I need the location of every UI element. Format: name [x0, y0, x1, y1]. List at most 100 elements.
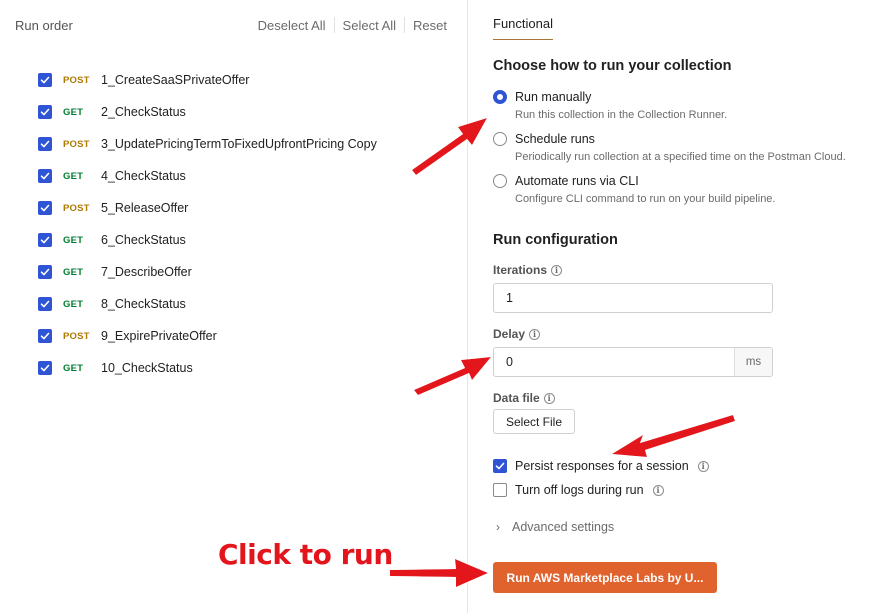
run-order-panel: Run order Deselect All Select All Reset … [0, 0, 468, 613]
automate-cli-radio[interactable] [493, 174, 507, 188]
request-name: 4_CheckStatus [101, 169, 186, 183]
info-icon[interactable]: i [529, 328, 541, 340]
request-row[interactable]: GET 4_CheckStatus [38, 160, 377, 192]
request-row[interactable]: GET 8_CheckStatus [38, 288, 377, 320]
checkmark-icon [40, 76, 50, 84]
request-checkbox[interactable] [38, 73, 52, 87]
click-to-run-annotation: Click to run [218, 538, 393, 571]
select-file-button[interactable]: Select File [493, 409, 576, 434]
delay-label-text: Delay [493, 327, 526, 341]
request-row[interactable]: GET 6_CheckStatus [38, 224, 377, 256]
run-manually-option[interactable]: Run manually Run this collection in the … [493, 88, 727, 124]
request-name: 7_DescribeOffer [101, 265, 192, 279]
delay-input[interactable]: 0 ms [493, 347, 773, 377]
checkmark-icon [40, 204, 50, 212]
data-file-label: Data file i [493, 391, 555, 405]
iterations-label-text: Iterations [493, 263, 548, 277]
automate-cli-option[interactable]: Automate runs via CLI Configure CLI comm… [493, 172, 775, 208]
turn-off-logs-checkbox[interactable] [493, 483, 507, 497]
http-method-badge: GET [63, 234, 84, 246]
info-icon[interactable]: i [697, 460, 709, 472]
persist-responses-label: Persist responses for a session [515, 459, 689, 473]
data-file-label-text: Data file [493, 391, 540, 405]
checkmark-icon [40, 364, 50, 372]
request-name: 3_UpdatePricingTermToFixedUpfrontPricing… [101, 137, 377, 151]
request-row[interactable]: GET 7_DescribeOffer [38, 256, 377, 288]
request-checkbox[interactable] [38, 265, 52, 279]
schedule-runs-desc: Periodically run collection at a specifi… [515, 151, 846, 163]
checkmark-icon [40, 332, 50, 340]
request-checkbox[interactable] [38, 329, 52, 343]
request-name: 1_CreateSaaSPrivateOffer [101, 73, 250, 87]
request-name: 8_CheckStatus [101, 297, 186, 311]
run-mode-heading: Choose how to run your collection [493, 58, 732, 74]
http-method-badge: POST [63, 202, 90, 214]
request-checkbox[interactable] [38, 169, 52, 183]
reset-button[interactable]: Reset [405, 18, 447, 33]
request-row[interactable]: GET 2_CheckStatus [38, 96, 377, 128]
request-checkbox[interactable] [38, 233, 52, 247]
http-method-badge: GET [63, 266, 84, 278]
checkmark-icon [40, 300, 50, 308]
checkmark-icon [40, 268, 50, 276]
iterations-input[interactable]: 1 [493, 283, 773, 313]
request-name: 9_ExpirePrivateOffer [101, 329, 217, 343]
run-manually-desc: Run this collection in the Collection Ru… [515, 109, 728, 121]
request-row[interactable]: GET 10_CheckStatus [38, 352, 377, 384]
run-manually-radio[interactable] [493, 90, 507, 104]
request-row[interactable]: POST 5_ReleaseOffer [38, 192, 377, 224]
iterations-label: Iterations i [493, 263, 563, 277]
persist-responses-option[interactable]: Persist responses for a session i [493, 459, 709, 473]
request-row[interactable]: POST 9_ExpirePrivateOffer [38, 320, 377, 352]
request-name: 2_CheckStatus [101, 105, 186, 119]
advanced-settings-toggle[interactable]: › Advanced settings [496, 520, 614, 534]
schedule-runs-radio[interactable] [493, 132, 507, 146]
http-method-badge: POST [63, 74, 90, 86]
turn-off-logs-label: Turn off logs during run [515, 483, 644, 497]
request-row[interactable]: POST 1_CreateSaaSPrivateOffer [38, 64, 377, 96]
info-icon[interactable]: i [551, 264, 563, 276]
persist-responses-checkbox[interactable] [493, 459, 507, 473]
request-list: POST 1_CreateSaaSPrivateOffer GET 2_CheckSt… [38, 64, 377, 384]
delay-value: 0 [506, 355, 513, 369]
http-method-badge: GET [63, 106, 84, 118]
run-collection-button[interactable]: Run AWS Marketplace Labs by U... [493, 562, 717, 593]
run-configuration-heading: Run configuration [493, 232, 618, 248]
request-checkbox[interactable] [38, 201, 52, 215]
run-manually-label: Run manually [515, 90, 592, 104]
schedule-runs-option[interactable]: Schedule runs Periodically run collectio… [493, 130, 846, 166]
request-checkbox[interactable] [38, 297, 52, 311]
request-name: 6_CheckStatus [101, 233, 186, 247]
info-icon[interactable]: i [543, 392, 555, 404]
schedule-runs-label: Schedule runs [515, 132, 595, 146]
delay-label: Delay i [493, 327, 541, 341]
request-name: 5_ReleaseOffer [101, 201, 189, 215]
http-method-badge: GET [63, 362, 84, 374]
turn-off-logs-option[interactable]: Turn off logs during run i [493, 483, 664, 497]
checkmark-icon [40, 236, 50, 244]
info-icon[interactable]: i [652, 484, 664, 496]
request-checkbox[interactable] [38, 105, 52, 119]
iterations-value: 1 [506, 291, 513, 305]
deselect-all-button[interactable]: Deselect All [250, 18, 334, 33]
run-settings-panel: Functional Choose how to run your collec… [469, 0, 877, 613]
run-order-title: Run order [15, 17, 73, 33]
run-order-actions: Deselect All Select All Reset [250, 17, 447, 33]
checkmark-icon [40, 140, 50, 148]
delay-unit: ms [734, 348, 772, 376]
select-all-button[interactable]: Select All [335, 18, 404, 33]
automate-cli-label: Automate runs via CLI [515, 174, 639, 188]
checkmark-icon [40, 172, 50, 180]
request-row[interactable]: POST 3_UpdatePricingTermToFixedUpfrontPri… [38, 128, 377, 160]
automate-cli-desc: Configure CLI command to run on your bui… [515, 193, 776, 205]
checkmark-icon [495, 462, 505, 470]
http-method-badge: GET [63, 170, 84, 182]
tab-functional[interactable]: Functional [493, 16, 553, 40]
request-checkbox[interactable] [38, 137, 52, 151]
http-method-badge: GET [63, 298, 84, 310]
request-name: 10_CheckStatus [101, 361, 193, 375]
http-method-badge: POST [63, 138, 90, 150]
run-order-header: Run order Deselect All Select All Reset [15, 16, 447, 34]
chevron-right-icon: › [496, 520, 500, 534]
request-checkbox[interactable] [38, 361, 52, 375]
